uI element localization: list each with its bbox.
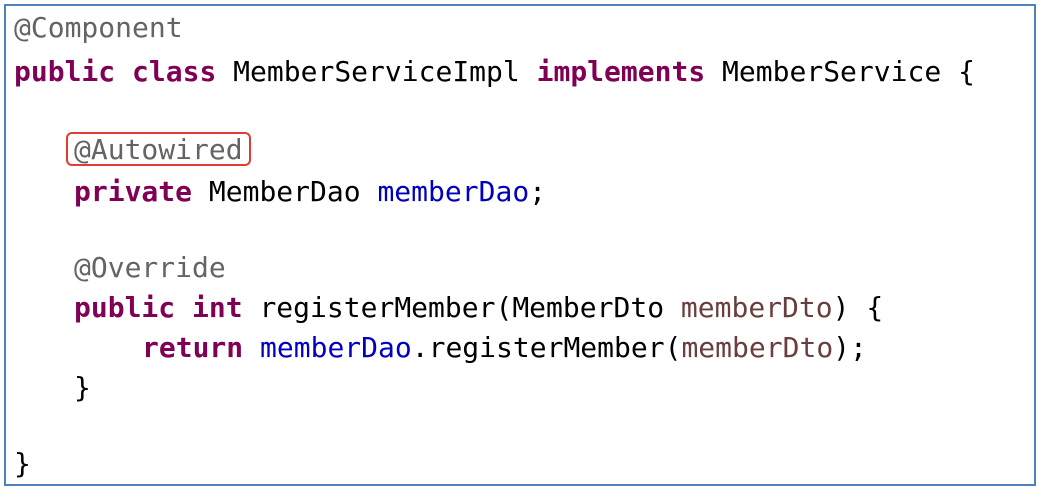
method-name: registerMember( bbox=[259, 291, 513, 324]
field-member-dao-ref: memberDao bbox=[260, 331, 412, 364]
method-brace-close: } bbox=[74, 371, 91, 404]
call-close: ); bbox=[833, 331, 867, 364]
keyword-implements: implements bbox=[536, 55, 706, 88]
class-name: MemberServiceImpl bbox=[233, 55, 520, 88]
keyword-public: public bbox=[74, 291, 176, 324]
code-editor-panel: @Component public class MemberServiceImp… bbox=[4, 4, 1036, 486]
code-line-1: @Component bbox=[14, 10, 183, 46]
code-line-8: public int registerMember(MemberDto memb… bbox=[14, 290, 883, 326]
code-line-4: @Autowired bbox=[14, 132, 251, 168]
autowired-annotation-highlight: @Autowired bbox=[66, 132, 251, 166]
class-brace-close: } bbox=[14, 447, 31, 480]
code-line-5: private MemberDao memberDao; bbox=[14, 174, 546, 210]
field-type: MemberDao bbox=[208, 175, 361, 208]
param-type: MemberDto bbox=[512, 291, 665, 324]
interface-name: MemberService bbox=[722, 55, 942, 88]
code-line-2: public class MemberServiceImpl implement… bbox=[14, 54, 975, 90]
param-name-ref: memberDto bbox=[681, 331, 834, 364]
code-line-9: return memberDao.registerMember(memberDt… bbox=[14, 330, 867, 366]
keyword-return: return bbox=[142, 331, 244, 364]
field-member-dao: memberDao bbox=[377, 175, 530, 208]
param-name: memberDto bbox=[680, 291, 833, 324]
code-line-10: } bbox=[14, 370, 91, 406]
keyword-public: public bbox=[14, 55, 116, 88]
keyword-int: int bbox=[192, 291, 243, 324]
code-line-12: } bbox=[14, 446, 31, 482]
keyword-private: private bbox=[74, 175, 193, 208]
method-signature-close: ) { bbox=[832, 291, 884, 324]
field-semicolon: ; bbox=[529, 175, 547, 208]
code-line-7: @Override bbox=[14, 250, 226, 286]
class-brace-open: { bbox=[958, 55, 975, 88]
keyword-class: class bbox=[132, 55, 217, 88]
component-annotation: @Component bbox=[14, 11, 183, 44]
override-annotation: @Override bbox=[74, 251, 226, 284]
method-call: .registerMember( bbox=[411, 331, 682, 364]
